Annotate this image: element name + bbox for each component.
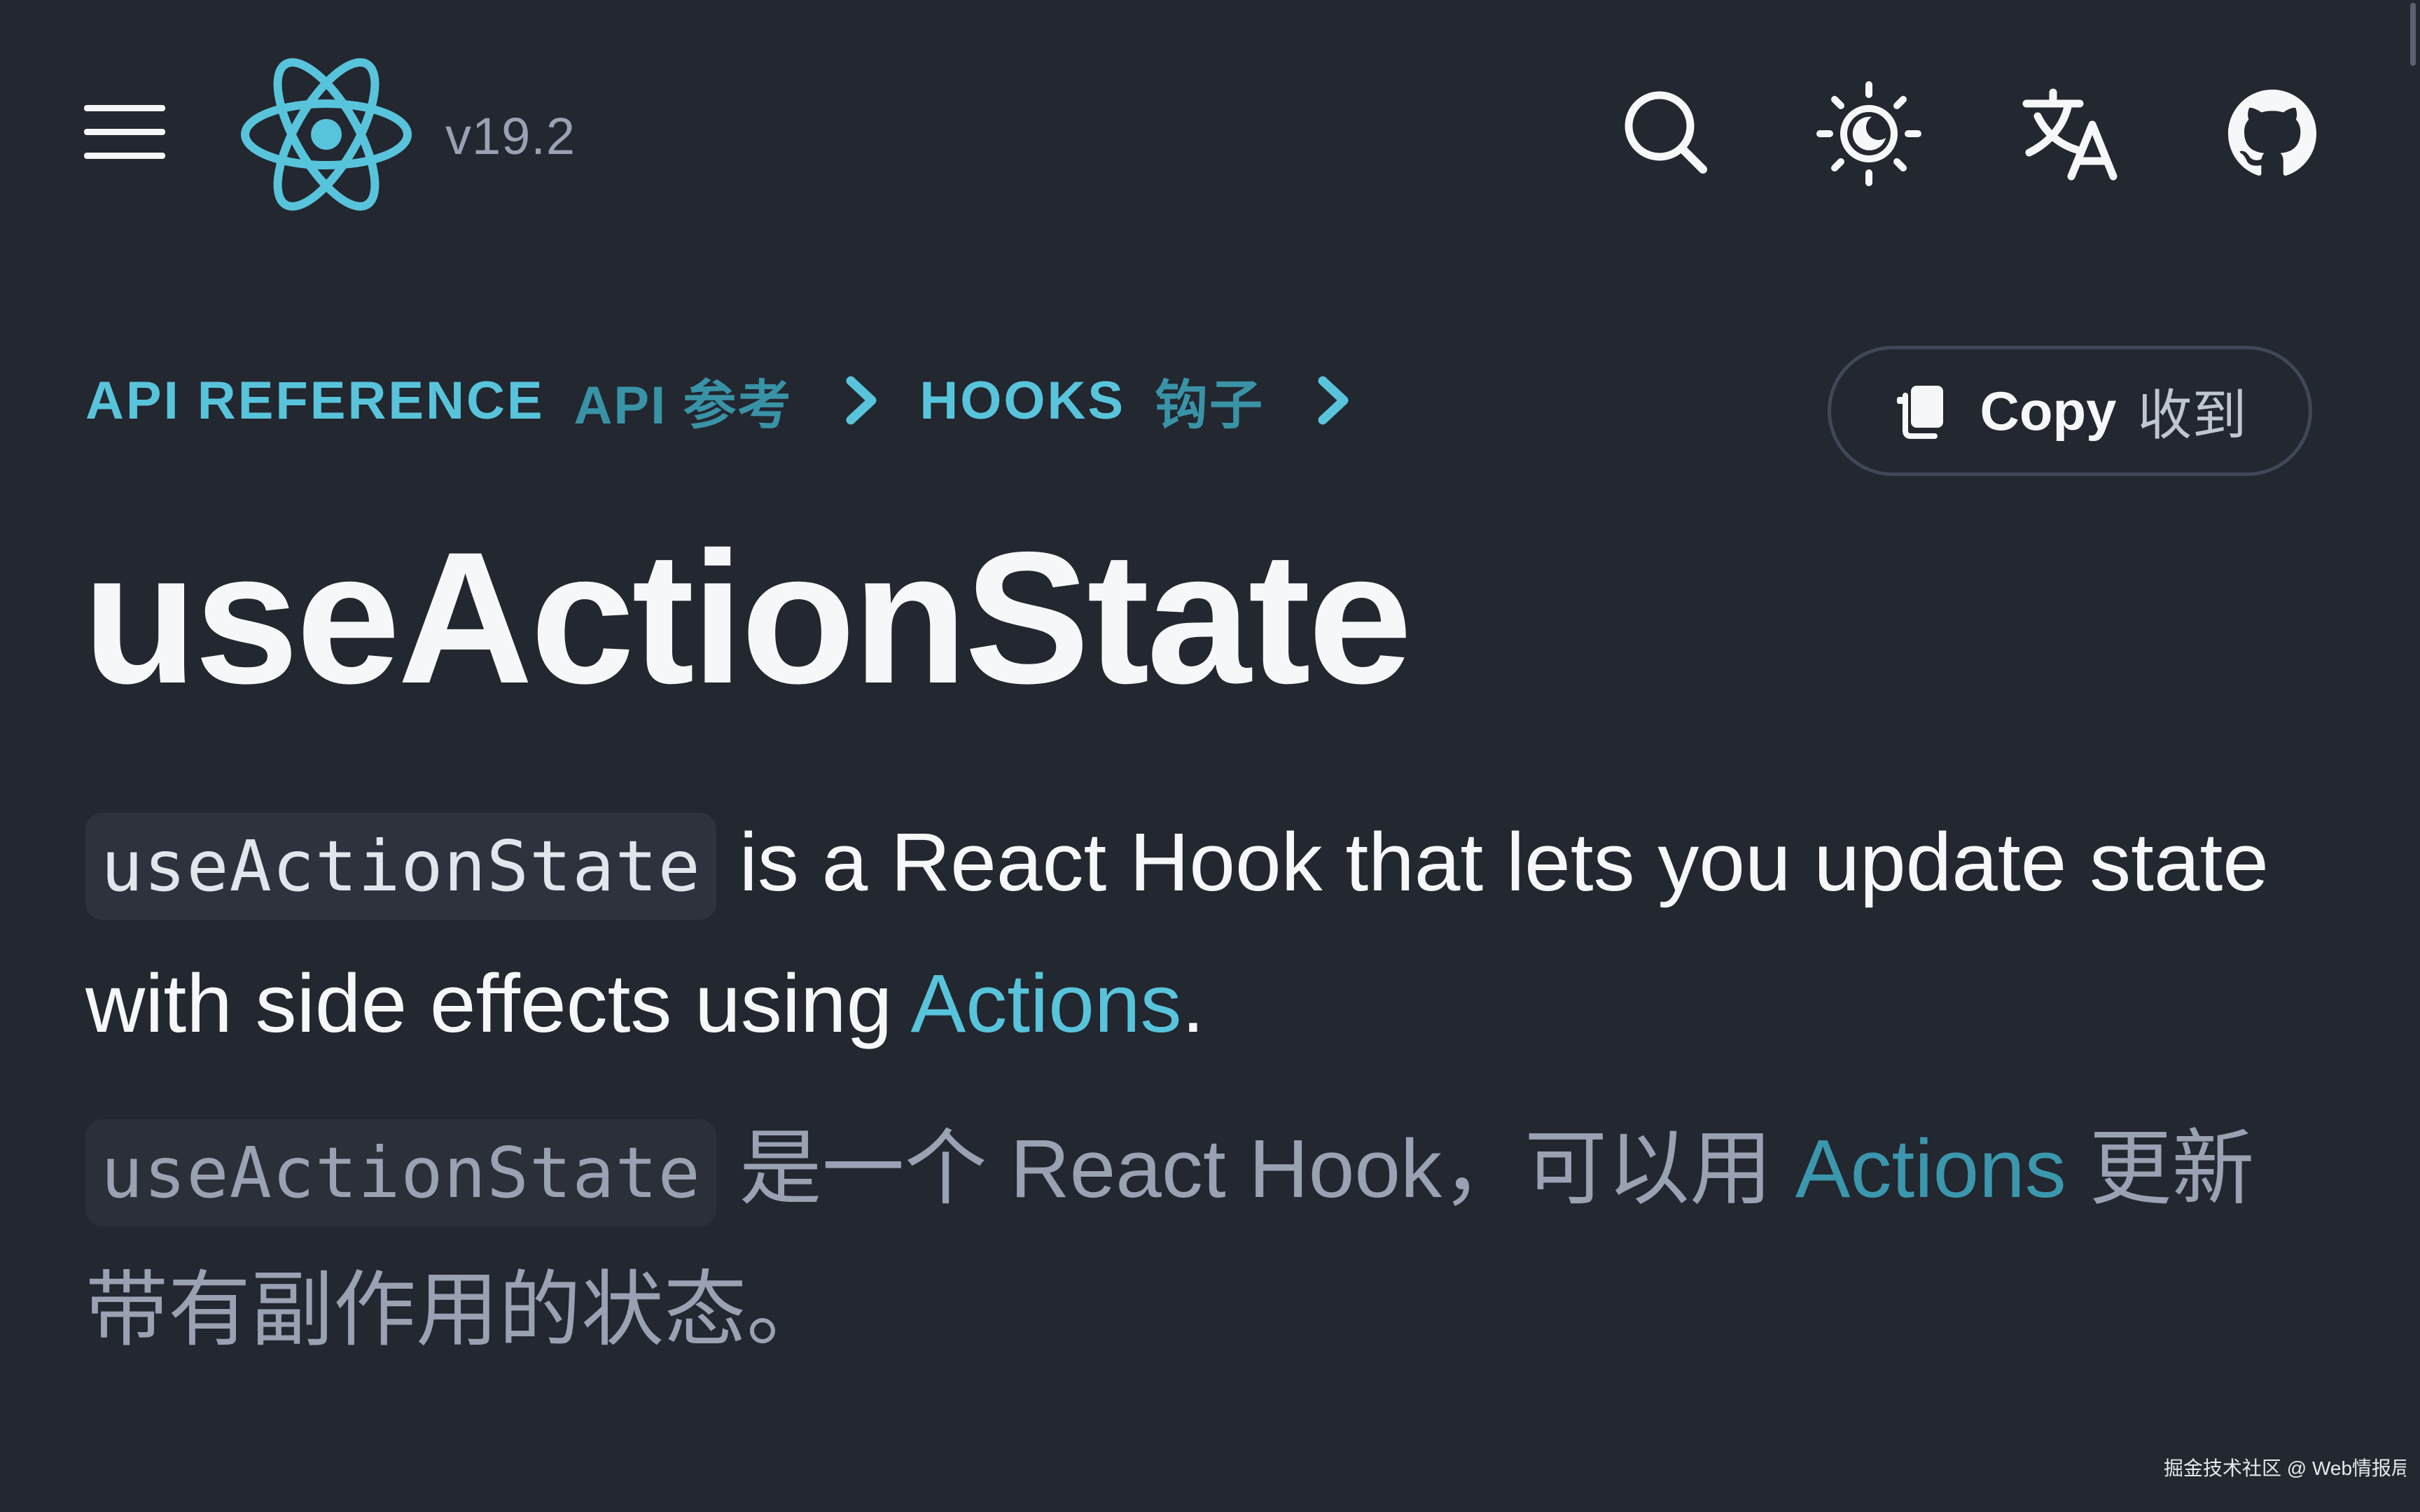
breadcrumb: API REFERENCE API 参考 HOOKS 钩子	[85, 365, 1391, 435]
top-nav: v19.2	[0, 0, 2420, 266]
translate-icon[interactable]	[2022, 88, 2120, 181]
copy-icon	[1897, 386, 1944, 439]
hamburger-menu-icon[interactable]	[84, 102, 165, 162]
watermark: 掘金技术社区 @ Web情报局	[2164, 1457, 2412, 1479]
actions-link-zh[interactable]: Actions	[1795, 1123, 2066, 1215]
breadcrumb-hooks-translation[interactable]: 钩子	[1155, 362, 1264, 439]
breadcrumb-api-reference-translation[interactable]: API 参考	[574, 362, 793, 439]
scrollbar-thumb[interactable]	[2410, 3, 2416, 66]
github-icon[interactable]	[2228, 90, 2316, 178]
intro-end: .	[1181, 958, 1205, 1050]
intro-paragraph-zh: useActionState 是一个 React Hook，可以用 Action…	[85, 1100, 2291, 1379]
copy-page-button[interactable]: Copy 收到	[1828, 346, 2312, 476]
scrollbar-track[interactable]	[2406, 0, 2420, 1512]
inline-code: useActionState	[85, 813, 716, 920]
actions-link[interactable]: Actions	[911, 958, 1182, 1050]
intro-paragraph-en: useActionState is a React Hook that lets…	[85, 794, 2291, 1072]
chevron-right-icon	[1318, 376, 1349, 425]
version-label[interactable]: v19.2	[445, 106, 576, 166]
copy-button-translation: 收到	[2137, 384, 2247, 446]
search-icon[interactable]	[1623, 90, 1709, 175]
breadcrumb-hooks[interactable]: HOOKS	[919, 370, 1125, 431]
inline-code: useActionState	[85, 1119, 716, 1226]
intro-text-zh: 是一个 React Hook，可以用	[716, 1123, 1795, 1215]
breadcrumb-api-reference[interactable]: API REFERENCE	[85, 370, 545, 431]
theme-toggle-icon[interactable]	[1816, 81, 1921, 186]
chevron-right-icon	[846, 376, 877, 425]
react-atom-logo-icon[interactable]	[238, 56, 415, 213]
page-title: useActionState	[83, 512, 1412, 722]
copy-button-label: Copy	[1980, 379, 2117, 442]
